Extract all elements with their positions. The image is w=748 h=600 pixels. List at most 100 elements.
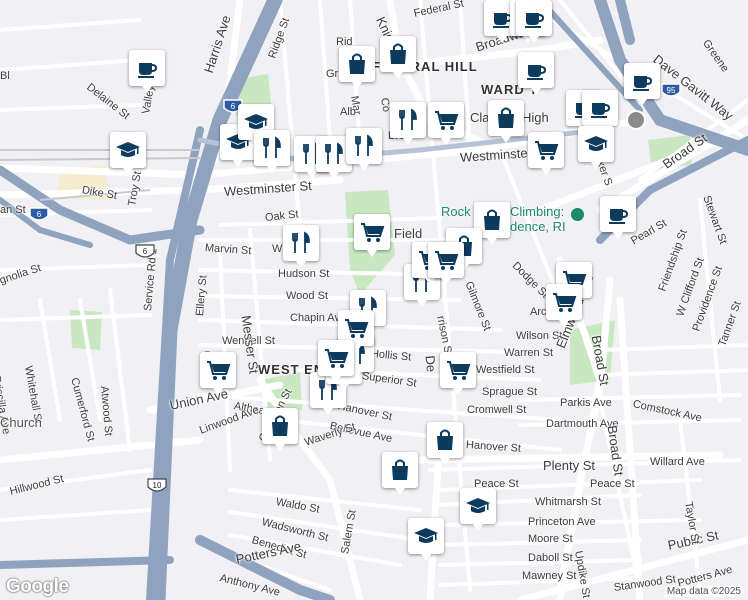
label-peace-st-2: Peace St	[590, 478, 635, 490]
shield-text: 95	[667, 86, 676, 95]
label-hudson-st: Hudson St	[278, 268, 330, 280]
map-view[interactable]: FEDERAL HILL WARD T WEST END Harris Ave …	[0, 0, 748, 600]
label-wood-st: Wood St	[286, 290, 328, 302]
cafe-icon	[525, 13, 545, 28]
label-sprague-st: Sprague St	[482, 386, 538, 398]
grocery-marker[interactable]	[354, 214, 390, 257]
cafe-marker[interactable]	[582, 90, 618, 133]
shopping-marker[interactable]	[380, 36, 416, 79]
shopping-icon	[390, 43, 406, 64]
label-cromwell-st: Cromwell St	[467, 404, 527, 416]
school-icon	[414, 528, 438, 543]
shopping-marker[interactable]	[339, 46, 375, 89]
school-marker[interactable]	[578, 126, 614, 169]
cafe-icon	[527, 65, 547, 80]
label-an-st: an St	[0, 204, 26, 216]
label-daboll-st: Daboll St	[528, 552, 573, 564]
restaurant-icon	[355, 134, 373, 156]
cafe-icon	[633, 76, 653, 91]
poi-rock-climbing-line2: Climbing:	[510, 204, 565, 219]
poi-rock-climbing-line1: Rock	[441, 204, 471, 219]
grocery-marker[interactable]	[200, 352, 236, 395]
label-arc: Arc	[530, 306, 547, 318]
label-warren-st: Warren St	[504, 347, 554, 359]
cafe-marker[interactable]	[518, 52, 554, 95]
label-field: Field	[394, 226, 423, 241]
shopping-icon	[349, 53, 365, 74]
restaurant-marker[interactable]	[254, 130, 290, 173]
shield-text: 6	[37, 210, 42, 219]
school-marker[interactable]	[460, 488, 496, 531]
label-westfield-st: Westfield St	[476, 364, 535, 376]
grocery-marker[interactable]	[528, 132, 564, 175]
restaurant-marker[interactable]	[283, 225, 319, 268]
shopping-icon	[498, 107, 514, 128]
label-gr: Gr	[326, 68, 339, 80]
restaurant-marker[interactable]	[390, 102, 426, 145]
label-mawney-st: Mawney St	[522, 570, 577, 582]
label-parkis-ave: Parkis Ave	[560, 397, 612, 409]
grocery-icon	[435, 111, 459, 130]
label-dexter-st: De	[422, 354, 439, 373]
school-icon	[116, 142, 140, 157]
label-whitmarsh-st: Whitmarsh St	[535, 496, 602, 508]
school-marker[interactable]	[408, 518, 444, 561]
grocery-icon	[553, 293, 577, 312]
label-plenty-st: Plenty St	[543, 458, 596, 473]
shield-text: 10	[153, 481, 162, 490]
map-attribution[interactable]: Map data ©2025	[663, 586, 744, 597]
grocery-marker[interactable]	[318, 340, 354, 383]
school-poi-icon[interactable]	[626, 110, 646, 130]
shopping-icon	[437, 429, 453, 450]
shopping-marker[interactable]	[262, 408, 298, 451]
cafe-marker[interactable]	[624, 63, 660, 106]
label-moore-st: Moore St	[528, 533, 573, 545]
school-icon	[584, 136, 608, 151]
grocery-marker[interactable]	[428, 242, 464, 285]
shield-text: 6	[231, 102, 236, 111]
interstate-10-shield-icon: 10	[147, 478, 167, 492]
label-bl: Bl	[0, 70, 10, 82]
cafe-marker[interactable]	[129, 50, 165, 93]
label-princeton-ave: Princeton Ave	[528, 516, 596, 528]
restaurant-marker[interactable]	[346, 128, 382, 171]
cafe-marker[interactable]	[600, 196, 636, 239]
grocery-icon	[435, 251, 459, 270]
label-high: High	[522, 110, 549, 125]
shopping-icon	[484, 209, 500, 230]
label-church: Church	[0, 415, 42, 430]
grocery-icon	[345, 319, 369, 338]
interstate-6b-shield-icon: 6	[29, 207, 49, 221]
grocery-icon	[447, 361, 471, 380]
shopping-marker[interactable]	[488, 100, 524, 143]
shopping-marker[interactable]	[382, 452, 418, 495]
grocery-marker[interactable]	[428, 102, 464, 145]
interstate-95-shield-icon: 95	[661, 83, 681, 97]
label-willard-ave: Willard Ave	[650, 456, 705, 468]
grocery-marker[interactable]	[440, 352, 476, 395]
grocery-marker[interactable]	[546, 284, 582, 327]
shield-text: 6	[143, 247, 148, 256]
grocery-icon	[207, 361, 231, 380]
poi-marker-icon[interactable]	[571, 208, 584, 221]
poi-rock-climbing-line3: dence, RI	[510, 219, 566, 234]
shopping-marker[interactable]	[427, 422, 463, 465]
cafe-icon	[138, 63, 158, 78]
shopping-icon	[392, 459, 408, 480]
school-marker[interactable]	[110, 132, 146, 175]
restaurant-icon	[399, 108, 417, 130]
label-alb: Alb	[340, 106, 356, 118]
restaurant-icon	[263, 136, 281, 158]
shopping-icon	[272, 415, 288, 436]
cafe-icon	[609, 209, 629, 224]
restaurant-icon	[325, 142, 343, 164]
label-chapin-av: Chapin Av	[290, 312, 340, 324]
grocery-icon	[325, 349, 349, 368]
grocery-icon	[535, 141, 559, 160]
google-logo: Google	[6, 576, 69, 597]
us-6-shield-icon: 6	[135, 244, 155, 258]
cafe-marker[interactable]	[516, 0, 552, 43]
grocery-icon	[361, 223, 385, 242]
school-icon	[466, 498, 490, 513]
cafe-icon	[591, 103, 611, 118]
